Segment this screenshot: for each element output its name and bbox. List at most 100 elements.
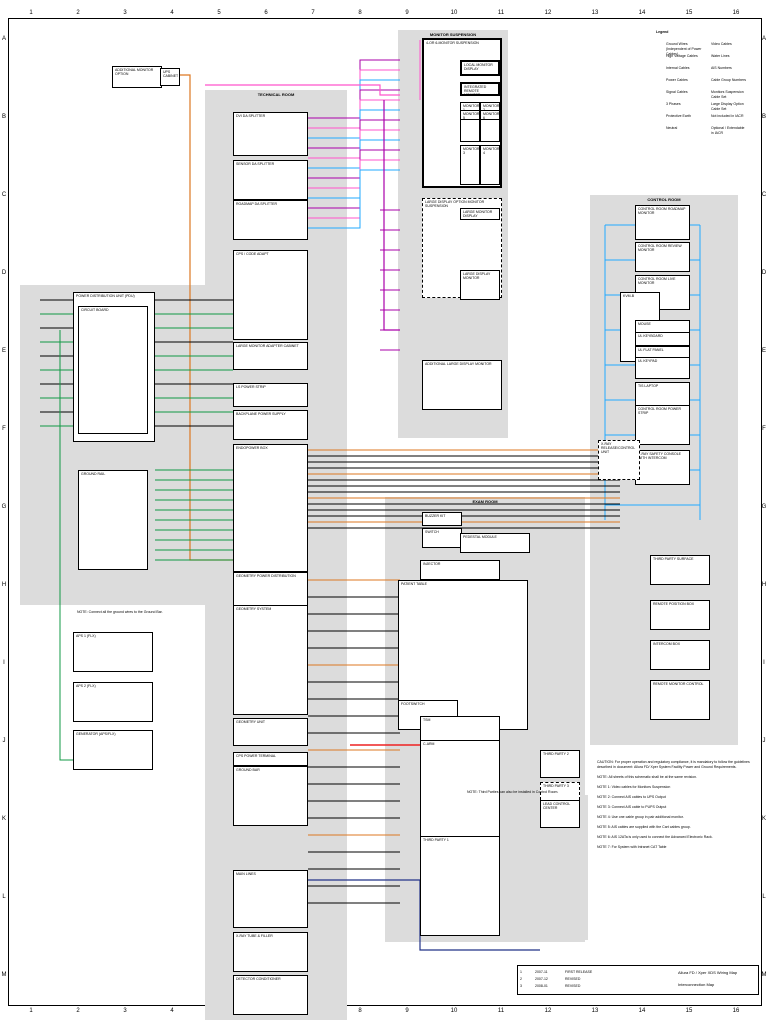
component-box: REMOTE MONITOR CONTROL [650, 680, 710, 720]
revision-date: 2007-12 [535, 977, 548, 981]
legend-item: High Voltage Cables [666, 54, 698, 58]
component-box: CONTROL ROOM REVIEW MONITOR [635, 242, 690, 272]
legend-item: Water Lines [711, 54, 730, 58]
legend-item: Optional / Extendable in IACR [711, 126, 745, 135]
component-box: REMOTE POSITION BOX [650, 600, 710, 630]
revision-desc: REVISED [565, 984, 581, 988]
legend-item: AIS Numbers [711, 66, 732, 70]
cable [308, 79, 400, 139]
wiring-diagram: 1122334455667788991010111112121313141415… [0, 0, 768, 1024]
component-box: MAIN LINES [233, 870, 308, 928]
legend-item: Protective Earth [666, 114, 691, 118]
note-text: NOTE 6: AIS 12ATa is only used to connec… [597, 835, 713, 839]
component-box: GROUND BAR [233, 766, 308, 826]
note-text: NOTE 1: Video cables for Monitors Suspen… [597, 785, 671, 789]
legend-item: Internal Cables [666, 66, 690, 70]
legend-item: Signal Cables [666, 90, 688, 94]
legend-item: 3 Phases [666, 102, 681, 106]
component-box: MONITOR 5 [460, 110, 480, 120]
cable [308, 109, 400, 169]
component-box: LARGE MONITOR DISPLAY [460, 208, 500, 220]
component-box: MONITOR 6 [480, 110, 500, 120]
revision-desc: REVISED [565, 977, 581, 981]
component-box: ENDOPOWER BOX [233, 444, 308, 572]
revision-date: 2007-11 [535, 970, 548, 974]
drawing-title: Allura FD / Xper XDS Wiring Map [678, 970, 738, 975]
component-box: SENSOR DA SPLITTER [233, 160, 308, 200]
component-box: UPS CABINET [160, 68, 180, 86]
component-box: CPS / CODE ADAPT [233, 250, 308, 340]
component-box: BACKPLANE POWER SUPPLY [233, 410, 308, 440]
legend-item: Not included in IACR [711, 114, 744, 118]
component-box: PEDESTAL MODULE [460, 533, 530, 553]
component-box: X-RAY RELEASE/CONTROL UNIT [598, 440, 640, 480]
drawing-doc: Interconnection Map [678, 982, 715, 987]
component-box: LARGE DISPLAY MONITOR [460, 270, 500, 300]
legend-item: Neutral [666, 126, 678, 130]
component-box: APS 2 (FLX) [73, 682, 153, 722]
component-box: ADDITIONAL LARGE DISPLAY MONITOR [422, 360, 502, 410]
component-box: DETECTOR CONDITIONER [233, 975, 308, 1015]
legend-item: Power Cables [666, 78, 688, 82]
revision-rev: 2 [520, 977, 522, 981]
component-box: CONTROL ROOM ROADMAP MONITOR [635, 205, 690, 240]
component-box: DVI DA SPLITTER [233, 112, 308, 156]
component-box: MONITOR 4 [480, 145, 500, 185]
component-box: GEOMETRY UNIT [233, 718, 308, 746]
component-box: SWITCH [422, 528, 462, 548]
cable [383, 100, 400, 331]
component-box: APS 1 (FLX) [73, 632, 153, 672]
cable [308, 69, 400, 129]
component-box: UL KEYPAD [635, 357, 690, 379]
component-box: CIRCUIT BOARD [78, 306, 148, 434]
component-box: CPS POWER TERMINAL [233, 752, 308, 766]
note-text: NOTE: Connect all the ground wires to th… [77, 610, 163, 614]
cable [308, 89, 400, 149]
component-box: INJECTOR [420, 560, 500, 580]
note-text: NOTE 3: Connect AIS cable to PUPS Output [597, 805, 667, 809]
component-box: X-RAY SAFETY CONSOLE WITH INTERCOM [635, 450, 690, 485]
cable [180, 74, 240, 561]
component-box: GENERATOR (APS/FLX) [73, 730, 153, 770]
revision-rev: 1 [520, 970, 522, 974]
cable [308, 99, 400, 159]
component-box: LS POWER STRIP [233, 383, 308, 407]
revision-rev: 3 [520, 984, 522, 988]
cable [308, 159, 400, 219]
notes: CAUTION: For proper operation and regula… [77, 610, 752, 855]
note-text: NOTE: All sheets of this schematic shall… [597, 775, 697, 779]
component-box: MONITOR 3 [460, 145, 480, 185]
component-box: UL KEYBOARD [635, 332, 690, 346]
revision-desc: FIRST RELEASE [565, 970, 593, 974]
component-box: CONTROL ROOM POWER STRIP [635, 405, 690, 445]
note-text: CAUTION: For proper operation and regula… [597, 760, 750, 769]
component-box: MONITOR 1 [460, 102, 480, 142]
component-box: THIRD PARTY 1 [420, 836, 500, 936]
component-box: TIS LAPTOP [635, 382, 690, 407]
component-box: INTERCOM BOX [650, 640, 710, 670]
revision-date: 2008-01 [535, 984, 548, 988]
component-box: LARGE MONITOR ADAPTER CABINET [233, 342, 308, 370]
component-box: INTEGRATED REMOTE MONITOR [460, 82, 500, 97]
cable [308, 59, 400, 119]
note-text: NOTE 4: Use one cable group in pair addi… [597, 815, 684, 819]
component-box: THIRD PARTY SURFACE [650, 555, 710, 585]
note-text: NOTE 2: Connect AIS cables to UPS Output [597, 795, 666, 799]
legend-item: Monitors Suspension Cable Set [711, 90, 744, 99]
component-box: GROUND RAIL [78, 470, 148, 570]
cable [308, 149, 400, 209]
component-box: LOCAL MONITOR DISPLAY [460, 60, 500, 76]
legend-item: Video Cables [711, 42, 732, 46]
legend-item: Cable Group Numbers [711, 78, 747, 82]
legend-item: Large Display Option Cable Set [711, 102, 744, 111]
note-text: NOTE 5: AIS cables are supplied with the… [597, 825, 691, 829]
cable [308, 129, 400, 189]
component-box: ADDITIONAL MONITOR OPTION [112, 66, 162, 88]
component-box: BUZZER KIT [422, 512, 462, 526]
component-box: ROADMAP DA SPLITTER [233, 200, 308, 240]
note-text: NOTE: Third Parties can also be installe… [467, 790, 559, 794]
cable [308, 139, 400, 199]
cable [308, 119, 400, 179]
component-box: GEOMETRY SYSTEM [233, 605, 308, 715]
cable [308, 169, 400, 229]
